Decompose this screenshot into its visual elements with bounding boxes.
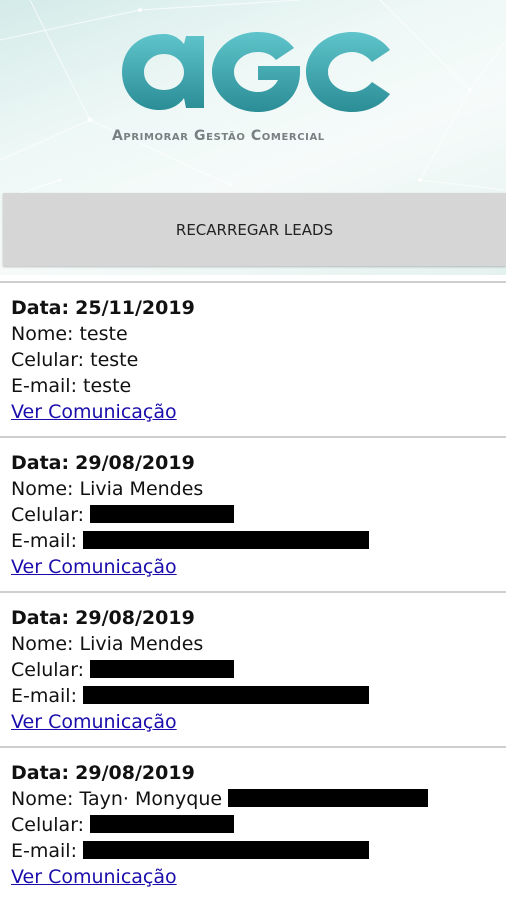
phone-value: teste <box>90 349 139 371</box>
name-label: Nome: <box>11 478 74 500</box>
lead-card: Data: 29/08/2019 Nome: Livia Mendes Celu… <box>0 436 506 591</box>
phone-label: Celular: <box>11 814 85 836</box>
lead-date-row: Data: 29/08/2019 <box>11 605 506 631</box>
lead-name-row: Nome: Livia Mendes <box>11 476 506 502</box>
name-label: Nome: <box>11 788 74 810</box>
redacted-phone <box>90 660 235 678</box>
lead-name-row: Nome: Livia Mendes <box>11 631 506 657</box>
date-label: Data: <box>11 762 70 784</box>
email-value: teste <box>83 375 132 397</box>
redacted-phone <box>90 505 235 523</box>
lead-date-row: Data: 29/08/2019 <box>11 760 506 786</box>
date-label: Data: <box>11 452 70 474</box>
redacted-email <box>83 531 370 549</box>
view-communication-link[interactable]: Ver Comunicação <box>11 401 177 423</box>
lead-link-row: Ver Comunicação <box>11 399 506 425</box>
lead-phone-row: Celular: <box>11 502 506 528</box>
name-value: Livia Mendes <box>79 633 204 655</box>
date-label: Data: <box>11 297 70 319</box>
lead-card: Data: 29/08/2019 Nome: Livia Mendes Celu… <box>0 591 506 746</box>
lead-email-row: E-mail: <box>11 838 506 864</box>
lead-link-row: Ver Comunicação <box>11 554 506 580</box>
redacted-email <box>83 841 370 859</box>
agc-logo <box>122 32 390 112</box>
lead-date-row: Data: 29/08/2019 <box>11 450 506 476</box>
date-value: 29/08/2019 <box>75 452 195 474</box>
lead-phone-row: Celular: teste <box>11 347 506 373</box>
lead-email-row: E-mail: <box>11 683 506 709</box>
lead-phone-row: Celular: <box>11 812 506 838</box>
lead-card: Data: 25/11/2019 Nome: teste Celular: te… <box>0 281 506 436</box>
date-label: Data: <box>11 607 70 629</box>
email-label: E-mail: <box>11 685 77 707</box>
leads-list: Data: 25/11/2019 Nome: teste Celular: te… <box>0 281 506 901</box>
view-communication-link[interactable]: Ver Comunicação <box>11 556 177 578</box>
date-value: 29/08/2019 <box>75 762 195 784</box>
name-label: Nome: <box>11 323 74 345</box>
lead-phone-row: Celular: <box>11 657 506 683</box>
lead-email-row: E-mail: <box>11 528 506 554</box>
phone-label: Celular: <box>11 349 85 371</box>
name-label: Nome: <box>11 633 74 655</box>
lead-name-row: Nome: Tayn· Monyque <box>11 786 506 812</box>
name-value: Livia Mendes <box>79 478 204 500</box>
view-communication-link[interactable]: Ver Comunicação <box>11 866 177 888</box>
lead-date-row: Data: 25/11/2019 <box>11 295 506 321</box>
logo-tagline: Aprimorar Gestão Comercial <box>112 128 325 144</box>
phone-label: Celular: <box>11 504 85 526</box>
email-label: E-mail: <box>11 840 77 862</box>
reload-leads-button[interactable]: RECARREGAR LEADS <box>3 193 506 266</box>
name-value: teste <box>79 323 128 345</box>
view-communication-link[interactable]: Ver Comunicação <box>11 711 177 733</box>
name-value: Tayn· Monyque <box>79 788 223 810</box>
phone-label: Celular: <box>11 659 85 681</box>
redacted-surname <box>228 789 429 807</box>
lead-link-row: Ver Comunicação <box>11 864 506 890</box>
date-value: 29/08/2019 <box>75 607 195 629</box>
lead-card: Data: 29/08/2019 Nome: Tayn· Monyque Cel… <box>0 746 506 901</box>
lead-name-row: Nome: teste <box>11 321 506 347</box>
redacted-phone <box>90 815 235 833</box>
email-label: E-mail: <box>11 530 77 552</box>
lead-email-row: E-mail: teste <box>11 373 506 399</box>
redacted-email <box>83 686 370 704</box>
lead-link-row: Ver Comunicação <box>11 709 506 735</box>
email-label: E-mail: <box>11 375 77 397</box>
date-value: 25/11/2019 <box>75 297 195 319</box>
